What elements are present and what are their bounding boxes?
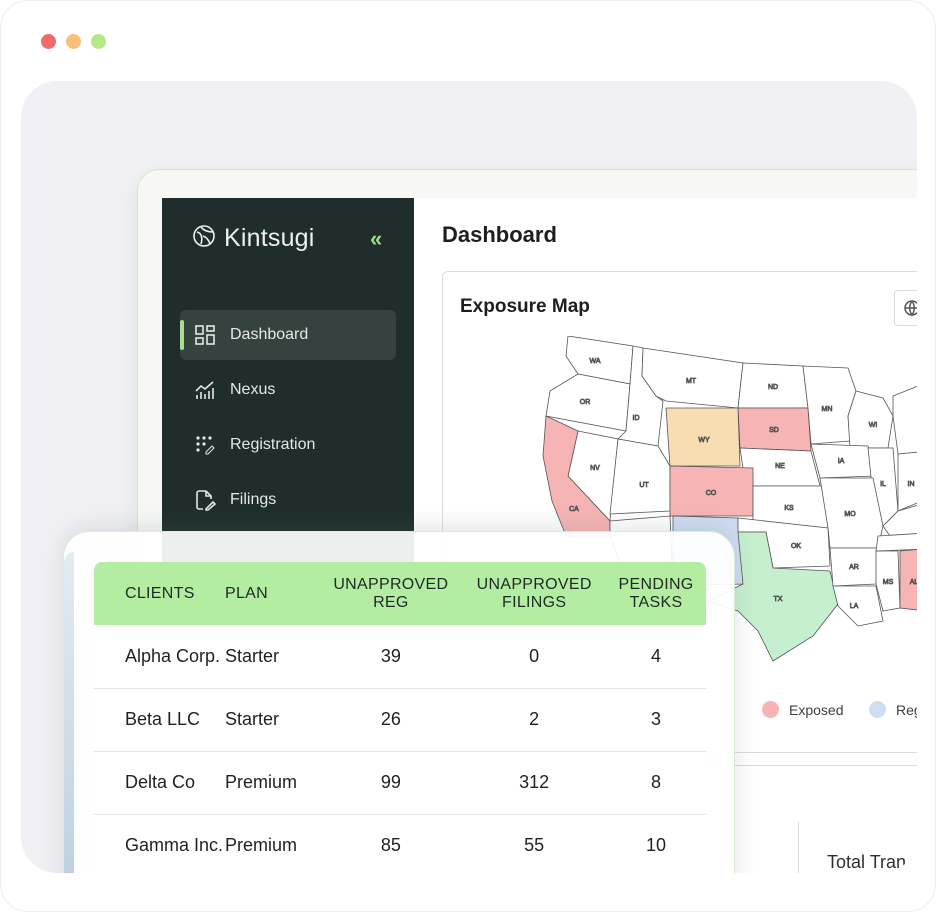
state-label-NV: NV xyxy=(590,465,600,472)
plan-cell: Premium xyxy=(224,751,320,815)
column-header-unapproved-filings[interactable]: UNAPPROVED FILINGS xyxy=(462,562,606,625)
close-window-button[interactable] xyxy=(41,34,56,49)
pending-tasks-cell: 8 xyxy=(606,751,706,815)
state-label-UT: UT xyxy=(639,482,649,489)
table-row[interactable]: Gamma Inc. Premium 85 55 10 xyxy=(94,814,706,873)
state-label-MN: MN xyxy=(822,406,833,413)
client-name: Beta LLC xyxy=(94,688,225,752)
pending-tasks-cell: 4 xyxy=(606,625,706,689)
table-row[interactable]: Delta Co Premium 99 312 8 xyxy=(94,751,706,815)
registration-icon xyxy=(194,434,216,456)
state-UT xyxy=(609,438,671,515)
card-divider xyxy=(798,822,799,873)
unapproved-reg-cell: 39 xyxy=(319,625,463,689)
state-label-WI: WI xyxy=(869,422,878,429)
sidebar-item-label: Registration xyxy=(230,436,316,453)
minimize-window-button[interactable] xyxy=(66,34,81,49)
state-label-ND: ND xyxy=(768,384,778,391)
sidebar-item-label: Nexus xyxy=(230,381,276,398)
state-label-ID: ID xyxy=(633,415,640,422)
sidebar-item-registration[interactable]: Registration xyxy=(180,420,396,470)
sidebar-item-label: Filings xyxy=(230,491,277,508)
state-label-IN: IN xyxy=(908,481,915,488)
state-label-IA: IA xyxy=(838,458,845,465)
column-header-clients[interactable]: CLIENTS xyxy=(94,562,225,625)
state-label-WA: WA xyxy=(589,358,600,365)
page-title: Dashboard xyxy=(442,222,557,247)
unapproved-filings-cell: 0 xyxy=(462,625,607,689)
state-label-MT: MT xyxy=(686,378,697,385)
legend-registered: Reg xyxy=(869,701,917,718)
clients-table: CLIENTS PLAN UNAPPROVED REG UNAPPROVED FIL… xyxy=(94,562,706,873)
pending-tasks-cell: 10 xyxy=(606,814,706,873)
sidebar-item-nexus[interactable]: Nexus xyxy=(180,365,396,415)
state-label-MS: MS xyxy=(883,579,894,586)
dashboard-grid-icon xyxy=(194,324,216,346)
unapproved-reg-cell: 85 xyxy=(319,814,463,873)
file-edit-icon xyxy=(194,489,216,511)
browser-frame: Kintsugi « Dashboard Nexus Registration … xyxy=(0,0,936,912)
state-WI xyxy=(847,390,894,449)
client-name: Alpha Corp. xyxy=(94,625,225,689)
chart-icon xyxy=(194,379,216,401)
unapproved-filings-cell: 55 xyxy=(462,814,607,873)
state-label-AR: AR xyxy=(849,564,859,571)
state-label-OK: OK xyxy=(791,543,801,550)
state-label-KS: KS xyxy=(784,505,794,512)
double-chevron-left-icon[interactable]: « xyxy=(370,226,382,252)
table-row[interactable]: Beta LLC Starter 26 2 3 xyxy=(94,688,706,752)
state-label-CA: CA xyxy=(569,506,579,513)
state-label-AL: AL xyxy=(910,579,917,586)
state-MI xyxy=(892,385,917,455)
showcase-stage: Kintsugi « Dashboard Nexus Registration … xyxy=(21,81,917,873)
column-header-pending-tasks[interactable]: PENDING TASKS xyxy=(606,562,706,625)
clients-table-panel: CLIENTS PLAN UNAPPROVED REG UNAPPROVED FIL… xyxy=(63,531,735,873)
card-title: Exposure Map xyxy=(460,296,590,317)
state-label-SD: SD xyxy=(769,427,779,434)
plan-cell: Starter xyxy=(224,688,320,752)
clients-table-container: CLIENTS PLAN UNAPPROVED REG UNAPPROVED FIL… xyxy=(94,562,706,873)
state-label-TX: TX xyxy=(774,596,783,603)
legend-label: Reg xyxy=(896,701,917,718)
unapproved-reg-cell: 26 xyxy=(319,688,463,752)
legend-dot xyxy=(869,701,886,718)
unapproved-filings-cell: 312 xyxy=(462,751,607,815)
state-label-LA: LA xyxy=(850,603,859,610)
sidebar-nav: Dashboard Nexus Registration Filings xyxy=(180,310,396,530)
table-header-row: CLIENTS PLAN UNAPPROVED REG UNAPPROVED FIL… xyxy=(94,562,706,625)
state-label-WY: WY xyxy=(698,437,710,444)
maximize-window-button[interactable] xyxy=(91,34,106,49)
state-label-IL: IL xyxy=(880,481,886,488)
state-label-MO: MO xyxy=(844,511,856,518)
state-label-CO: CO xyxy=(706,490,717,497)
column-header-plan[interactable]: PLAN xyxy=(225,562,319,625)
unapproved-reg-cell: 99 xyxy=(319,751,463,815)
plan-cell: Premium xyxy=(224,814,320,873)
state-label-OR: OR xyxy=(580,399,591,406)
sidebar-item-dashboard[interactable]: Dashboard xyxy=(180,310,396,360)
state-label-NE: NE xyxy=(775,463,785,470)
client-name: Delta Co xyxy=(94,751,225,815)
client-name: Gamma Inc. xyxy=(94,814,225,873)
sidebar-item-filings[interactable]: Filings xyxy=(180,475,396,525)
legend-label: Exposed xyxy=(789,701,844,718)
plan-cell: Starter xyxy=(224,625,320,689)
total-transactions-label: Total Tran xyxy=(827,852,907,872)
legend-dot xyxy=(762,701,779,718)
legend-exposed: Exposed xyxy=(762,701,843,718)
kintsugi-logo-icon xyxy=(192,224,216,253)
globe-icon[interactable] xyxy=(894,290,917,326)
sidebar-item-label: Dashboard xyxy=(230,326,309,343)
state-MN xyxy=(802,365,857,445)
table-row[interactable]: Alpha Corp. Starter 39 0 4 xyxy=(94,625,706,689)
brand[interactable]: Kintsugi xyxy=(192,224,315,253)
column-header-unapproved-reg[interactable]: UNAPPROVED REG xyxy=(319,562,462,625)
brand-name: Kintsugi xyxy=(224,224,315,252)
unapproved-filings-cell: 2 xyxy=(462,688,607,752)
pending-tasks-cell: 3 xyxy=(606,688,706,752)
window-controls xyxy=(41,34,106,49)
